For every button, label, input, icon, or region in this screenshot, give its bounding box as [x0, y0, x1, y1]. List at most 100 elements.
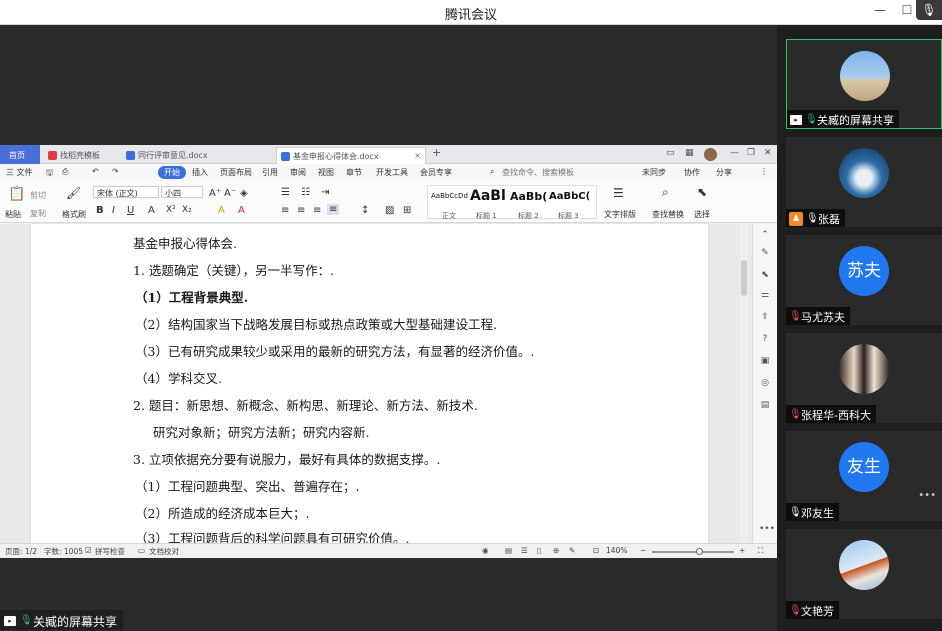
pen-icon[interactable]: ✎: [759, 248, 771, 259]
tab-peer-review[interactable]: 同行评审意见.docx: [122, 147, 272, 164]
menu-start[interactable]: 开始: [158, 166, 186, 179]
text-layout-button[interactable]: 文字排版: [604, 209, 636, 220]
print-icon[interactable]: ⎙: [62, 167, 68, 177]
justify-icon[interactable]: ≡: [327, 204, 340, 215]
find-replace-button[interactable]: 查找替换: [652, 209, 684, 220]
format-painter-button[interactable]: 格式刷: [62, 209, 86, 220]
menu-chapter[interactable]: 章节: [346, 167, 362, 178]
grow-font-icon[interactable]: A⁺: [209, 188, 221, 199]
style-h3-preview[interactable]: AaBbC(: [549, 191, 590, 202]
help-icon[interactable]: ?: [759, 334, 771, 345]
text-color-icon[interactable]: A: [238, 205, 245, 216]
eye-icon[interactable]: ◉: [482, 546, 489, 555]
participant-tile[interactable]: ▸ 🎙 关臧的屏幕共享: [786, 39, 942, 129]
more-icon[interactable]: ⋮: [760, 167, 768, 176]
tab-templates[interactable]: 找稻壳模板: [44, 147, 120, 164]
align-right-icon[interactable]: ≡: [313, 205, 321, 216]
menu-page-layout[interactable]: 页面布局: [220, 167, 252, 178]
tab-fund-application[interactable]: 基金申报心得体会.docx ×: [276, 147, 426, 164]
font-color-icon[interactable]: A: [148, 205, 155, 216]
proofread[interactable]: 文档校对: [149, 546, 179, 557]
vertical-scrollbar[interactable]: [740, 224, 748, 543]
document-page[interactable]: 基金申报心得体会. 1. 选题确定（关键），另一半写作：. （1）工程背景典型.…: [31, 224, 708, 546]
paste-button[interactable]: 粘贴: [5, 209, 21, 220]
restore-icon[interactable]: ❐: [747, 148, 755, 158]
avatar[interactable]: [704, 148, 717, 161]
menu-member[interactable]: 会员专享: [420, 167, 452, 178]
fullscreen-icon[interactable]: ⛶: [758, 546, 763, 556]
align-center-icon[interactable]: ≡: [297, 205, 305, 216]
fit-icon[interactable]: ⊡: [593, 546, 599, 555]
image-icon[interactable]: ▣: [759, 356, 771, 367]
cursor-icon[interactable]: ⬉: [759, 270, 771, 281]
copy-button[interactable]: 复制: [30, 208, 46, 219]
shading-icon[interactable]: ▨: [385, 205, 394, 216]
font-name-select[interactable]: 宋体 (正文): [93, 186, 159, 198]
more-options-icon[interactable]: •••: [786, 490, 942, 501]
participant-tile[interactable]: 🎙 张程华-西科大: [786, 333, 942, 423]
read-view-icon[interactable]: ▯: [537, 546, 541, 555]
superscript-icon[interactable]: X²: [166, 205, 176, 215]
menu-references[interactable]: 引用: [262, 167, 278, 178]
bold-button[interactable]: B: [96, 205, 104, 216]
participant-tile[interactable]: 友生 🎙 邓友生 •••: [786, 431, 942, 521]
participant-tile[interactable]: ♟ 🎙 张磊: [786, 137, 942, 227]
tab-home[interactable]: 首页: [0, 145, 40, 164]
participant-tile[interactable]: 🎙 文艳芳: [786, 529, 942, 619]
zoom-out-icon[interactable]: −: [640, 546, 646, 555]
outline-view-icon[interactable]: ☰: [521, 546, 528, 555]
zoom-level[interactable]: 140%: [606, 546, 627, 555]
style-h2-preview[interactable]: AaBb(: [510, 190, 547, 203]
page-count[interactable]: 页面: 1/2: [5, 546, 37, 557]
clear-format-icon[interactable]: ◈: [240, 188, 248, 199]
spell-check[interactable]: 拼写检查: [95, 546, 125, 557]
zoom-slider-knob[interactable]: [696, 548, 703, 555]
web-view-icon[interactable]: ⊕: [553, 546, 559, 555]
save-icon[interactable]: 🖫: [46, 167, 53, 181]
cut-button[interactable]: 剪切: [30, 190, 46, 201]
bullet-list-icon[interactable]: ☰: [281, 187, 290, 198]
minimize-icon[interactable]: —: [872, 3, 888, 17]
collapse-icon[interactable]: ⌃: [759, 230, 771, 241]
indent-icon[interactable]: ⇥: [321, 187, 329, 198]
menu-view[interactable]: 视图: [318, 167, 334, 178]
menu-insert[interactable]: 插入: [192, 167, 208, 178]
zoom-in-icon[interactable]: +: [739, 546, 745, 555]
redo-icon[interactable]: ↷: [112, 167, 119, 176]
align-left-icon[interactable]: ≡: [281, 205, 289, 216]
numbered-list-icon[interactable]: ☷: [301, 187, 310, 198]
book-icon[interactable]: ▤: [759, 400, 771, 411]
paste-icon[interactable]: 📋: [8, 186, 25, 202]
participant-tile[interactable]: 苏夫 🎙 马尤苏夫: [786, 235, 942, 325]
grid-icon[interactable]: ▦: [685, 148, 694, 158]
minimize-icon[interactable]: —: [730, 148, 739, 158]
new-tab-button[interactable]: +: [432, 146, 441, 159]
scroll-thumb[interactable]: [741, 260, 747, 296]
undo-icon[interactable]: ↶: [92, 167, 99, 176]
menu-dev-tools[interactable]: 开发工具: [376, 167, 408, 178]
layout-icon[interactable]: ▭: [666, 148, 675, 158]
pen-view-icon[interactable]: ✎: [569, 546, 575, 555]
maximize-icon[interactable]: ☐: [899, 3, 915, 17]
menu-review[interactable]: 审阅: [290, 167, 306, 178]
italic-button[interactable]: I: [112, 205, 115, 216]
font-size-select[interactable]: 小四: [161, 186, 203, 198]
select-button[interactable]: 选择: [694, 209, 710, 220]
location-icon[interactable]: ◎: [759, 378, 771, 389]
share-button[interactable]: 分享: [716, 167, 732, 178]
underline-button[interactable]: U: [127, 205, 134, 216]
collab-button[interactable]: 协作: [684, 167, 700, 178]
shrink-font-icon[interactable]: A⁻: [224, 188, 236, 199]
close-tab-icon[interactable]: ×: [414, 151, 421, 160]
close-icon[interactable]: ✕: [764, 148, 772, 158]
word-count[interactable]: 字数: 1005: [44, 546, 83, 557]
share-icon[interactable]: ⇪: [759, 312, 771, 323]
line-spacing-icon[interactable]: ↕: [361, 205, 369, 216]
zoom-slider[interactable]: [652, 548, 734, 555]
style-normal-preview[interactable]: AaBbCcDd: [431, 192, 468, 200]
style-h1-preview[interactable]: AaBl: [470, 188, 506, 204]
menu-file[interactable]: 三 文件: [6, 167, 33, 178]
settings-sliders-icon[interactable]: ⚌: [759, 290, 771, 301]
more-icon[interactable]: •••: [759, 524, 775, 535]
mic-icon[interactable]: 🎙: [916, 0, 942, 20]
